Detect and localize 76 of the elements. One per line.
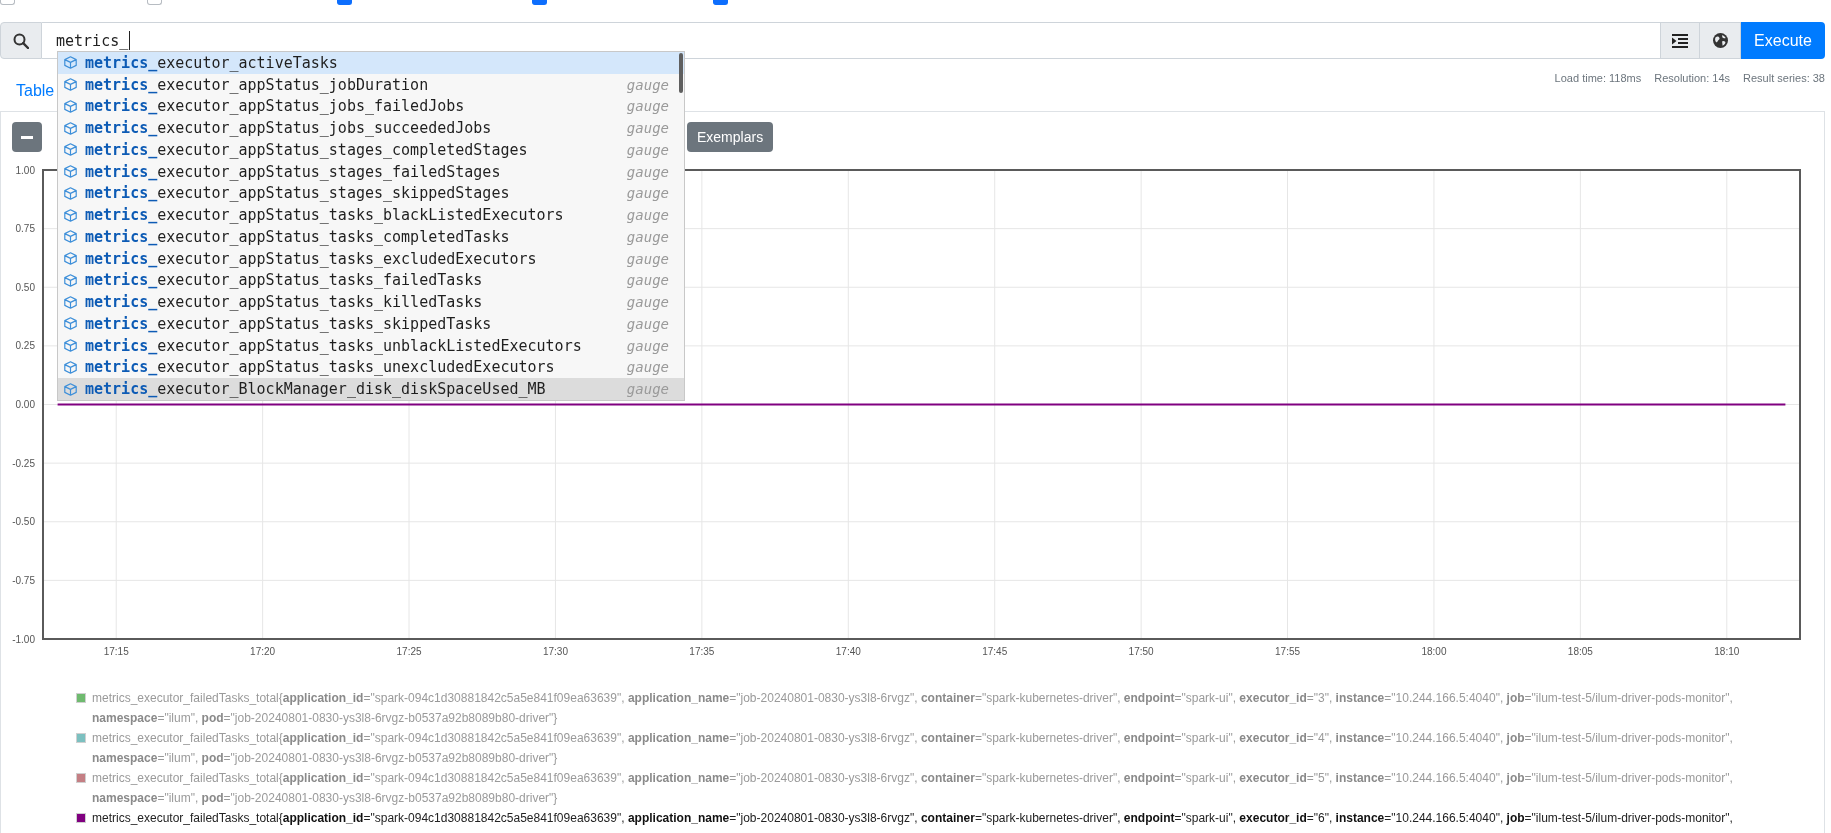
autocomplete-item[interactable]: metrics_executor_appStatus_jobs_succeededJobs gauge bbox=[58, 117, 684, 139]
legend-series-label[interactable]: metrics_executor_failedTasks_total{application_id="spark-094c1d30881842c5a5e841f09ea63639", application_name="job-20240801-0830-ys3l8-6rvgz", container="spark-kubernetes-driver", endpoint="spark-ui", executor_id="6", instance="10.244.166.5:4040", job="ilum-test-5/ilum-driver-pods-monitor", bbox=[92, 808, 1792, 828]
search-button[interactable] bbox=[0, 22, 42, 59]
minus-icon bbox=[21, 135, 33, 139]
x-tick-label: 17:30 bbox=[542, 646, 568, 657]
autocomplete-item[interactable]: metrics_executor_appStatus_tasks_unblackListedExecutors gauge bbox=[58, 334, 684, 357]
autocomplete-item[interactable]: metrics_executor_appStatus_tasks_blackListedExecutors gauge bbox=[58, 204, 684, 226]
autocomplete-item[interactable]: metrics_executor_appStatus_stages_failedStages gauge bbox=[58, 160, 684, 183]
autocomplete-item[interactable]: metrics_executor_BlockManager_disk_diskSpaceUsed_MB gauge bbox=[58, 378, 684, 400]
cube-icon bbox=[64, 78, 77, 92]
x-tick-label: 17:50 bbox=[1128, 646, 1154, 657]
x-tick-label: 17:25 bbox=[396, 646, 422, 657]
checkbox[interactable] bbox=[147, 0, 162, 5]
cube-icon bbox=[64, 121, 77, 135]
query-stat: Result series: 38 bbox=[1743, 71, 1825, 85]
y-tick-label: 0.25 bbox=[15, 340, 35, 352]
autocomplete-item[interactable]: metrics_executor_appStatus_tasks_unexcludedExecutors gauge bbox=[58, 356, 684, 379]
minus-button[interactable] bbox=[12, 122, 42, 152]
format-button[interactable] bbox=[1661, 22, 1700, 59]
cube-icon bbox=[64, 273, 77, 287]
indent-icon bbox=[1672, 33, 1688, 48]
legend-series-label[interactable]: metrics_executor_failedTasks_total{application_id="spark-094c1d30881842c5a5e841f09ea63639", application_name="job-20240801-0830-ys3l8-6rvgz", container="spark-kubernetes-driver", endpoint="spark-ui", executor_id="5", instance="10.244.166.5:4040", job="ilum-test-5/ilum-driver-pods-monitor", namespace="ilum", pod="job-20240801-0830-ys3l8-6rvgz-b0537a92b8089b80-driver"} bbox=[92, 768, 1792, 808]
text-cursor-icon bbox=[129, 31, 131, 50]
cube-icon bbox=[64, 186, 77, 200]
y-tick-label: 1.00 bbox=[15, 164, 35, 176]
autocomplete-item[interactable]: metrics_executor_appStatus_tasks_failedTasks gauge bbox=[58, 269, 684, 292]
cube-icon bbox=[64, 99, 77, 113]
checkbox[interactable] bbox=[0, 0, 15, 5]
cube-icon bbox=[64, 230, 77, 244]
query-stat: Load time: 118ms bbox=[1554, 71, 1642, 85]
x-tick-label: 17:40 bbox=[835, 646, 861, 657]
x-tick-label: 17:20 bbox=[250, 646, 276, 657]
cube-icon bbox=[64, 360, 77, 374]
exemplars-button[interactable]: Exemplars bbox=[687, 122, 774, 152]
cube-icon bbox=[64, 295, 77, 309]
cube-icon bbox=[64, 165, 77, 179]
checkbox[interactable] bbox=[532, 0, 547, 5]
autocomplete-item[interactable]: metrics_executor_appStatus_stages_completedStages gauge bbox=[58, 139, 684, 161]
globe-icon bbox=[1712, 33, 1728, 48]
autocomplete-item[interactable]: metrics_executor_appStatus_jobs_failedJobs gauge bbox=[58, 95, 684, 118]
x-tick-label: 18:05 bbox=[1567, 646, 1593, 657]
y-tick-label: -1.00 bbox=[12, 633, 35, 645]
cube-icon bbox=[64, 56, 77, 70]
checkbox[interactable] bbox=[337, 0, 352, 5]
cube-icon bbox=[64, 208, 77, 222]
autocomplete-item[interactable]: metrics_executor_appStatus_jobDuration gauge bbox=[58, 73, 684, 96]
tab[interactable]: Table bbox=[0, 79, 55, 103]
autocomplete-item[interactable]: metrics_executor_appStatus_tasks_excludedExecutors gauge bbox=[58, 247, 684, 270]
query-stat: Resolution: 14s bbox=[1654, 71, 1731, 85]
execute-button[interactable]: Execute bbox=[1741, 22, 1825, 59]
y-tick-label: -0.75 bbox=[12, 574, 35, 586]
y-tick-label: -0.25 bbox=[12, 457, 35, 469]
x-tick-label: 18:10 bbox=[1714, 646, 1740, 657]
globe-button[interactable] bbox=[1700, 22, 1741, 59]
x-tick-label: 18:00 bbox=[1421, 646, 1447, 657]
autocomplete-item[interactable]: metrics_executor_activeTasks bbox=[58, 52, 684, 74]
cube-icon bbox=[64, 252, 77, 266]
cube-icon bbox=[64, 143, 77, 157]
search-icon bbox=[13, 32, 29, 49]
autocomplete-item[interactable]: metrics_executor_appStatus_tasks_killedTasks gauge bbox=[58, 291, 684, 313]
checkbox[interactable] bbox=[713, 0, 728, 5]
x-tick-label: 17:15 bbox=[103, 646, 129, 657]
y-tick-label: 0.00 bbox=[15, 399, 35, 410]
autocomplete-item[interactable]: metrics_executor_appStatus_tasks_completedTasks gauge bbox=[58, 226, 684, 248]
cube-icon bbox=[64, 317, 77, 331]
y-tick-label: -0.50 bbox=[12, 516, 35, 528]
autocomplete-item[interactable]: metrics_executor_appStatus_tasks_skippedTasks gauge bbox=[58, 313, 684, 335]
x-tick-label: 17:35 bbox=[689, 646, 715, 657]
y-tick-label: 0.75 bbox=[15, 223, 35, 235]
cube-icon bbox=[64, 339, 77, 353]
autocomplete-item[interactable]: metrics_executor_appStatus_stages_skippedStages gauge bbox=[58, 182, 684, 205]
x-tick-label: 17:45 bbox=[982, 646, 1008, 657]
cube-icon bbox=[64, 382, 77, 396]
x-tick-label: 17:55 bbox=[1275, 646, 1301, 657]
y-tick-label: 0.50 bbox=[15, 281, 35, 293]
scrollbar-thumb[interactable] bbox=[679, 53, 683, 93]
